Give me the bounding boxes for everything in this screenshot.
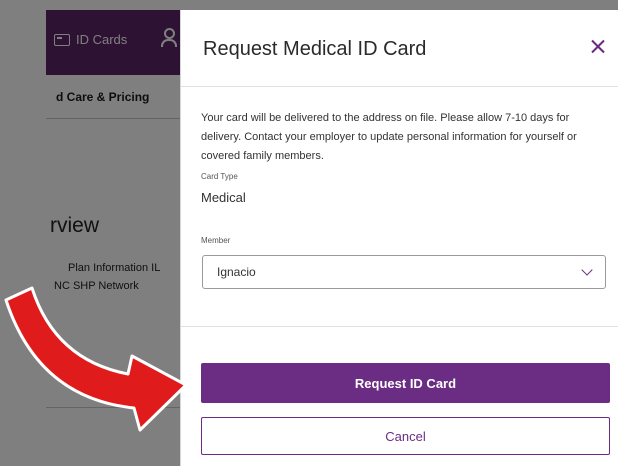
cancel-button[interactable]: Cancel xyxy=(201,417,610,455)
request-id-card-modal: Request Medical ID Card Your card will b… xyxy=(180,10,618,466)
member-label: Member xyxy=(201,236,231,245)
divider xyxy=(181,326,618,327)
divider xyxy=(181,86,618,87)
member-select[interactable]: Ignacio xyxy=(202,255,606,289)
request-id-card-button[interactable]: Request ID Card xyxy=(201,363,610,403)
member-selected-value: Ignacio xyxy=(217,265,256,279)
red-arrow-icon xyxy=(4,286,188,432)
delivery-info-text: Your card will be delivered to the addre… xyxy=(201,112,577,162)
card-type-value: Medical xyxy=(201,190,246,205)
screenshot-stage: ID Cards d Care & Pricing rview Plan Inf… xyxy=(0,0,618,466)
card-type-label: Card Type xyxy=(201,172,238,181)
close-icon[interactable] xyxy=(585,34,611,60)
modal-title: Request Medical ID Card xyxy=(203,38,427,60)
chevron-down-icon xyxy=(581,264,593,276)
